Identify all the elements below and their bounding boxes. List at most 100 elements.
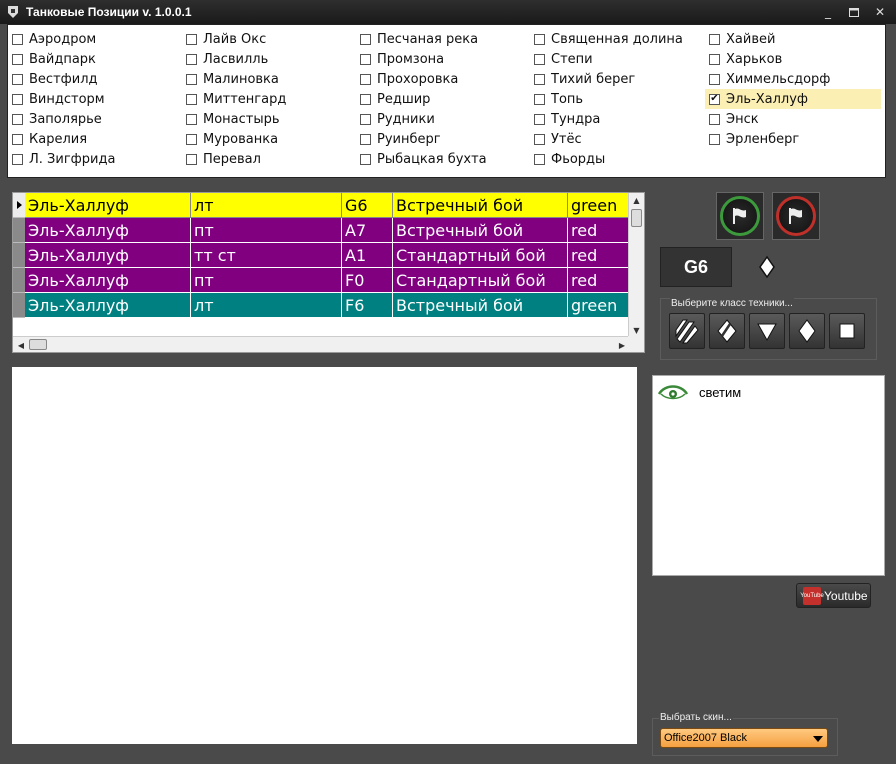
map-checkbox[interactable]: Перевал [182,149,352,169]
table-row[interactable]: Эль-Халлуф тт ст A1 Стандартный бой red [25,243,634,268]
cell-class[interactable]: лт [191,293,342,318]
map-checkbox[interactable]: Топь [530,89,704,109]
scroll-right-icon[interactable]: ▶ [615,338,629,352]
green-team-button[interactable] [716,192,764,240]
tank-destroyer-class-button[interactable] [749,313,785,349]
vertical-scroll-thumb[interactable] [631,209,642,227]
map-checkbox[interactable]: Вайдпарк [8,49,178,69]
table-row[interactable]: Эль-Халлуф пт A7 Встречный бой red [25,218,634,243]
map-checkbox[interactable]: Фьорды [530,149,704,169]
cell-square[interactable]: A1 [342,243,393,268]
cell-square[interactable]: G6 [342,193,393,218]
checkbox-icon[interactable] [12,113,23,125]
map-checkbox[interactable]: Л. Зигфрида [8,149,178,169]
checkbox-icon[interactable] [12,73,23,85]
checkbox-icon[interactable] [186,33,197,45]
vertical-scrollbar[interactable]: ▲ ▼ [628,193,644,337]
checkbox-icon[interactable] [534,93,545,105]
horizontal-scrollbar[interactable]: ◀ ▶ [13,336,630,352]
checkbox-icon[interactable] [709,73,720,85]
checkbox-icon[interactable] [709,133,720,145]
cell-class[interactable]: пт [191,218,342,243]
maximize-button[interactable] [844,4,864,20]
checkbox-icon[interactable] [709,53,720,65]
list-item[interactable]: светим [657,382,741,402]
checkbox-icon[interactable] [360,33,371,45]
map-checkbox[interactable]: Рыбацкая бухта [356,149,526,169]
cell-map[interactable]: Эль-Халлуф [25,193,191,218]
map-checkbox[interactable]: Монастырь [182,109,352,129]
map-checkbox[interactable]: Священная долина [530,29,704,49]
cell-team[interactable]: red [568,218,634,243]
map-checkbox[interactable]: Малиновка [182,69,352,89]
checkbox-icon[interactable] [709,33,720,45]
map-checkbox[interactable]: Вестфилд [8,69,178,89]
checkbox-icon[interactable] [534,113,545,125]
horizontal-scroll-thumb[interactable] [29,339,47,350]
table-row[interactable]: Эль-Халлуф лт G6 Встречный бой green [25,193,634,218]
map-checkbox[interactable]: Виндсторм [8,89,178,109]
scroll-left-icon[interactable]: ◀ [14,338,28,352]
checkmark-icon[interactable]: ✔ [709,93,720,105]
cell-square[interactable]: A7 [342,218,393,243]
checkbox-icon[interactable] [12,53,23,65]
scroll-up-icon[interactable]: ▲ [629,193,644,207]
map-checkbox[interactable]: Лайв Окс [182,29,352,49]
map-checkbox[interactable]: Тихий берег [530,69,704,89]
table-row[interactable]: Эль-Халлуф пт F0 Стандартный бой red [25,268,634,293]
cell-team[interactable]: green [568,193,634,218]
cell-team[interactable]: green [568,293,634,318]
map-checkbox[interactable]: Карелия [8,129,178,149]
cell-map[interactable]: Эль-Халлуф [25,243,191,268]
cell-square[interactable]: F6 [342,293,393,318]
map-checkbox[interactable]: Утёс [530,129,704,149]
checkbox-icon[interactable] [12,33,23,45]
map-checkbox[interactable]: Миттенгард [182,89,352,109]
checkbox-icon[interactable] [534,33,545,45]
checkbox-icon[interactable] [360,53,371,65]
cell-team[interactable]: red [568,243,634,268]
row-header[interactable] [13,293,25,318]
map-checkbox[interactable]: Рудники [356,109,526,129]
map-checkbox[interactable]: Эрленберг [705,129,881,149]
map-checkbox[interactable]: Харьков [705,49,881,69]
map-checkbox[interactable]: Химмельсдорф [705,69,881,89]
minimize-button[interactable]: _ [818,4,838,20]
medium-tank-class-button[interactable] [829,313,865,349]
row-header[interactable] [13,218,25,243]
checkbox-icon[interactable] [186,53,197,65]
cell-square[interactable]: F0 [342,268,393,293]
checkbox-icon[interactable] [360,153,371,165]
row-header[interactable] [13,268,25,293]
heavy-tank-class-button[interactable] [709,313,745,349]
checkbox-icon[interactable] [12,133,23,145]
cell-mode[interactable]: Стандартный бой [393,268,568,293]
checkbox-icon[interactable] [186,93,197,105]
map-checkbox[interactable]: Промзона [356,49,526,69]
checkbox-icon[interactable] [360,93,371,105]
map-checkbox[interactable]: Хайвей [705,29,881,49]
cell-class[interactable]: пт [191,268,342,293]
row-header-current[interactable] [13,193,25,218]
checkbox-icon[interactable] [709,113,720,125]
cell-map[interactable]: Эль-Халлуф [25,293,191,318]
table-row[interactable]: Эль-Халлуф лт F6 Встречный бой green [25,293,634,318]
checkbox-icon[interactable] [12,93,23,105]
map-checkbox[interactable]: Заполярье [8,109,178,129]
checkbox-icon[interactable] [186,133,197,145]
map-checkbox[interactable]: Руинберг [356,129,526,149]
cell-class[interactable]: лт [191,193,342,218]
close-button[interactable]: ✕ [870,4,890,20]
map-checkbox[interactable]: Прохоровка [356,69,526,89]
map-checkbox[interactable]: Энск [705,109,881,129]
map-checkbox[interactable]: Тундра [530,109,704,129]
cell-map[interactable]: Эль-Халлуф [25,268,191,293]
cell-mode[interactable]: Встречный бой [393,293,568,318]
map-checkbox[interactable]: ✔ Эль-Халлуф [705,89,881,109]
cell-class[interactable]: тт ст [191,243,342,268]
checkbox-icon[interactable] [186,73,197,85]
checkbox-icon[interactable] [12,153,23,165]
scroll-down-icon[interactable]: ▼ [629,323,644,337]
cell-mode[interactable]: Встречный бой [393,218,568,243]
checkbox-icon[interactable] [186,153,197,165]
